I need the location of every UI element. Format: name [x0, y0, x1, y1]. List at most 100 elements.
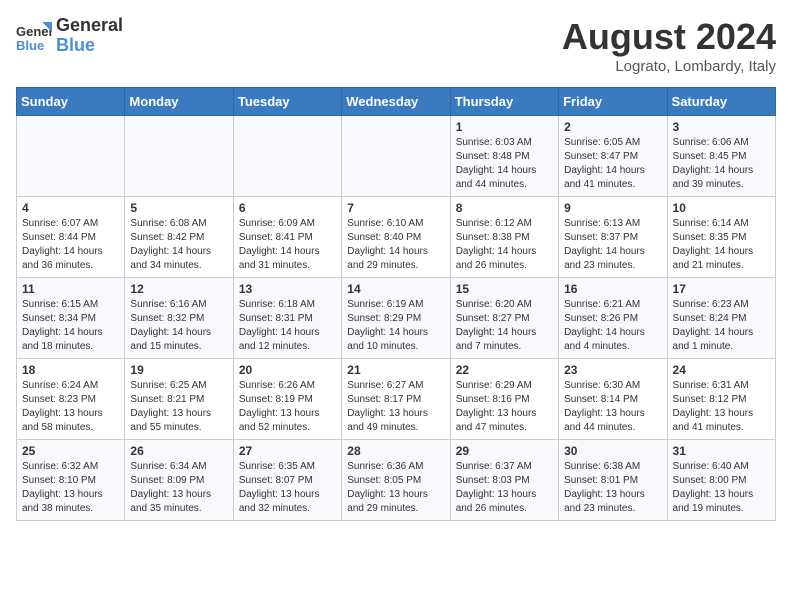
calendar-cell: 29 Sunrise: 6:37 AM Sunset: 8:03 PM Dayli…	[450, 440, 558, 521]
day-header-tuesday: Tuesday	[233, 88, 341, 116]
day-number: 13	[239, 282, 336, 296]
calendar-cell: 28 Sunrise: 6:36 AM Sunset: 8:05 PM Dayli…	[342, 440, 450, 521]
logo-icon: General Blue	[16, 18, 52, 54]
day-number: 21	[347, 363, 444, 377]
day-info: Sunrise: 6:36 AM Sunset: 8:05 PM Dayligh…	[347, 460, 444, 516]
calendar-cell: 14 Sunrise: 6:19 AM Sunset: 8:29 PM Dayli…	[342, 278, 450, 359]
calendar-cell: 22 Sunrise: 6:29 AM Sunset: 8:16 PM Dayli…	[450, 359, 558, 440]
day-info: Sunrise: 6:38 AM Sunset: 8:01 PM Dayligh…	[564, 460, 661, 516]
calendar-week-3: 11Sunrise: 6:15 AM Sunset: 8:34 PM Dayli…	[17, 278, 776, 359]
day-number: 19	[130, 363, 227, 377]
day-info: Sunrise: 6:10 AM Sunset: 8:40 PM Dayligh…	[347, 217, 444, 273]
day-info: Sunrise: 6:40 AM Sunset: 8:00 PM Dayligh…	[673, 460, 770, 516]
calendar-table: SundayMondayTuesdayWednesdayThursdayFrid…	[16, 87, 776, 521]
calendar-cell: 31Sunrise: 6:40 AM Sunset: 8:00 PM Dayli…	[667, 440, 775, 521]
calendar-cell: 18 Sunrise: 6:24 AM Sunset: 8:23 PM Dayli…	[17, 359, 125, 440]
day-info: Sunrise: 6:31 AM Sunset: 8:12 PM Dayligh…	[673, 379, 770, 435]
calendar-cell: 10 Sunrise: 6:14 AM Sunset: 8:35 PM Dayli…	[667, 197, 775, 278]
calendar-cell: 27Sunrise: 6:35 AM Sunset: 8:07 PM Dayli…	[233, 440, 341, 521]
day-info: Sunrise: 6:07 AM Sunset: 8:44 PM Dayligh…	[22, 217, 119, 273]
day-header-saturday: Saturday	[667, 88, 775, 116]
day-number: 22	[456, 363, 553, 377]
calendar-week-1: 1 Sunrise: 6:03 AM Sunset: 8:48 PM Daylig…	[17, 116, 776, 197]
day-info: Sunrise: 6:18 AM Sunset: 8:31 PM Dayligh…	[239, 298, 336, 354]
day-info: Sunrise: 6:09 AM Sunset: 8:41 PM Dayligh…	[239, 217, 336, 273]
calendar-cell: 5Sunrise: 6:08 AM Sunset: 8:42 PM Daylig…	[125, 197, 233, 278]
calendar-cell: 20 Sunrise: 6:26 AM Sunset: 8:19 PM Dayli…	[233, 359, 341, 440]
calendar-cell	[17, 116, 125, 197]
day-info: Sunrise: 6:19 AM Sunset: 8:29 PM Dayligh…	[347, 298, 444, 354]
day-number: 28	[347, 444, 444, 458]
calendar-cell: 23 Sunrise: 6:30 AM Sunset: 8:14 PM Dayli…	[559, 359, 667, 440]
calendar-cell: 25Sunrise: 6:32 AM Sunset: 8:10 PM Dayli…	[17, 440, 125, 521]
calendar-cell: 30 Sunrise: 6:38 AM Sunset: 8:01 PM Dayli…	[559, 440, 667, 521]
calendar-cell: 16Sunrise: 6:21 AM Sunset: 8:26 PM Dayli…	[559, 278, 667, 359]
day-number: 30	[564, 444, 661, 458]
day-info: Sunrise: 6:25 AM Sunset: 8:21 PM Dayligh…	[130, 379, 227, 435]
day-info: Sunrise: 6:14 AM Sunset: 8:35 PM Dayligh…	[673, 217, 770, 273]
calendar-cell: 4 Sunrise: 6:07 AM Sunset: 8:44 PM Daylig…	[17, 197, 125, 278]
calendar-cell: 17Sunrise: 6:23 AM Sunset: 8:24 PM Dayli…	[667, 278, 775, 359]
calendar-cell: 13 Sunrise: 6:18 AM Sunset: 8:31 PM Dayli…	[233, 278, 341, 359]
day-header-thursday: Thursday	[450, 88, 558, 116]
month-title: August 2024	[562, 16, 776, 58]
day-number: 24	[673, 363, 770, 377]
day-number: 14	[347, 282, 444, 296]
day-number: 4	[22, 201, 119, 215]
day-info: Sunrise: 6:13 AM Sunset: 8:37 PM Dayligh…	[564, 217, 661, 273]
day-number: 29	[456, 444, 553, 458]
title-block: August 2024 Lograto, Lombardy, Italy	[562, 16, 776, 75]
calendar-cell	[342, 116, 450, 197]
day-info: Sunrise: 6:16 AM Sunset: 8:32 PM Dayligh…	[130, 298, 227, 354]
calendar-cell: 3Sunrise: 6:06 AM Sunset: 8:45 PM Daylig…	[667, 116, 775, 197]
logo: General Blue General Blue	[16, 16, 123, 56]
day-number: 10	[673, 201, 770, 215]
day-info: Sunrise: 6:23 AM Sunset: 8:24 PM Dayligh…	[673, 298, 770, 354]
day-info: Sunrise: 6:06 AM Sunset: 8:45 PM Dayligh…	[673, 136, 770, 192]
day-info: Sunrise: 6:34 AM Sunset: 8:09 PM Dayligh…	[130, 460, 227, 516]
day-header-friday: Friday	[559, 88, 667, 116]
day-number: 8	[456, 201, 553, 215]
day-number: 7	[347, 201, 444, 215]
page-header: General Blue General Blue August 2024 Lo…	[16, 16, 776, 75]
day-number: 12	[130, 282, 227, 296]
calendar-week-2: 4 Sunrise: 6:07 AM Sunset: 8:44 PM Daylig…	[17, 197, 776, 278]
day-info: Sunrise: 6:24 AM Sunset: 8:23 PM Dayligh…	[22, 379, 119, 435]
day-info: Sunrise: 6:27 AM Sunset: 8:17 PM Dayligh…	[347, 379, 444, 435]
day-info: Sunrise: 6:35 AM Sunset: 8:07 PM Dayligh…	[239, 460, 336, 516]
day-number: 2	[564, 120, 661, 134]
day-info: Sunrise: 6:26 AM Sunset: 8:19 PM Dayligh…	[239, 379, 336, 435]
location-subtitle: Lograto, Lombardy, Italy	[562, 58, 776, 75]
day-number: 18	[22, 363, 119, 377]
day-info: Sunrise: 6:21 AM Sunset: 8:26 PM Dayligh…	[564, 298, 661, 354]
day-info: Sunrise: 6:30 AM Sunset: 8:14 PM Dayligh…	[564, 379, 661, 435]
day-info: Sunrise: 6:15 AM Sunset: 8:34 PM Dayligh…	[22, 298, 119, 354]
svg-text:Blue: Blue	[16, 38, 44, 53]
calendar-cell: 2 Sunrise: 6:05 AM Sunset: 8:47 PM Daylig…	[559, 116, 667, 197]
day-headers-row: SundayMondayTuesdayWednesdayThursdayFrid…	[17, 88, 776, 116]
calendar-cell: 8Sunrise: 6:12 AM Sunset: 8:38 PM Daylig…	[450, 197, 558, 278]
day-info: Sunrise: 6:03 AM Sunset: 8:48 PM Dayligh…	[456, 136, 553, 192]
day-number: 6	[239, 201, 336, 215]
calendar-cell	[233, 116, 341, 197]
calendar-cell: 7 Sunrise: 6:10 AM Sunset: 8:40 PM Daylig…	[342, 197, 450, 278]
day-number: 15	[456, 282, 553, 296]
calendar-cell: 26 Sunrise: 6:34 AM Sunset: 8:09 PM Dayli…	[125, 440, 233, 521]
day-info: Sunrise: 6:05 AM Sunset: 8:47 PM Dayligh…	[564, 136, 661, 192]
calendar-cell: 19 Sunrise: 6:25 AM Sunset: 8:21 PM Dayli…	[125, 359, 233, 440]
day-header-sunday: Sunday	[17, 88, 125, 116]
day-info: Sunrise: 6:29 AM Sunset: 8:16 PM Dayligh…	[456, 379, 553, 435]
calendar-cell: 11Sunrise: 6:15 AM Sunset: 8:34 PM Dayli…	[17, 278, 125, 359]
calendar-cell	[125, 116, 233, 197]
day-info: Sunrise: 6:32 AM Sunset: 8:10 PM Dayligh…	[22, 460, 119, 516]
calendar-cell: 9Sunrise: 6:13 AM Sunset: 8:37 PM Daylig…	[559, 197, 667, 278]
day-header-monday: Monday	[125, 88, 233, 116]
calendar-week-5: 25Sunrise: 6:32 AM Sunset: 8:10 PM Dayli…	[17, 440, 776, 521]
day-number: 23	[564, 363, 661, 377]
day-info: Sunrise: 6:37 AM Sunset: 8:03 PM Dayligh…	[456, 460, 553, 516]
calendar-cell: 6 Sunrise: 6:09 AM Sunset: 8:41 PM Daylig…	[233, 197, 341, 278]
calendar-cell: 21 Sunrise: 6:27 AM Sunset: 8:17 PM Dayli…	[342, 359, 450, 440]
day-number: 1	[456, 120, 553, 134]
day-number: 26	[130, 444, 227, 458]
day-number: 20	[239, 363, 336, 377]
